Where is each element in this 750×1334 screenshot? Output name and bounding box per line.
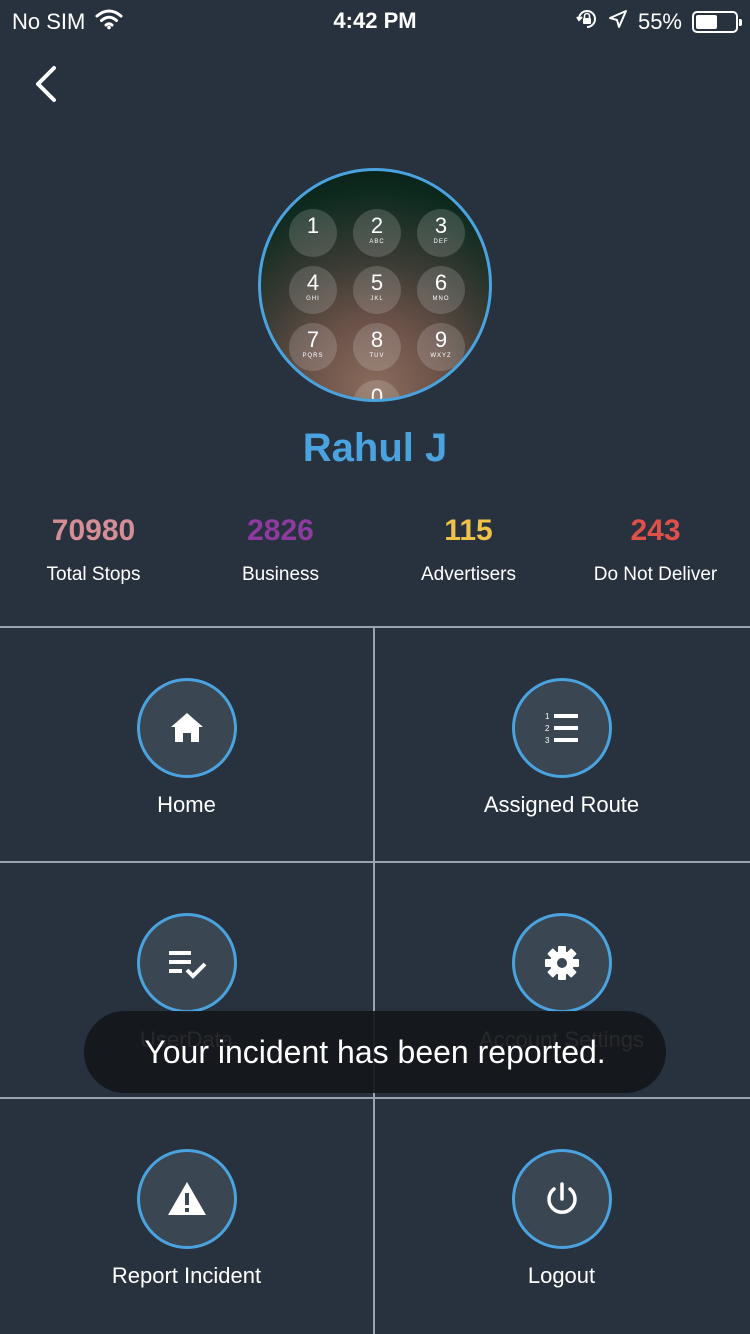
- avatar-keypad-number: 1: [306, 213, 320, 238]
- stat-total-stops: 70980 Total Stops: [0, 514, 187, 586]
- checklist-icon: [168, 951, 206, 979]
- stat-value: 70980: [51, 514, 136, 547]
- back-button[interactable]: [28, 62, 68, 106]
- avatar-keypad-key: 5 JKL: [353, 266, 401, 314]
- menu-item-label: Report Incident: [111, 1263, 262, 1288]
- stats-row: 70980 Total Stops 2826 Business 115 Adve…: [0, 514, 750, 604]
- stat-value: 2826: [247, 514, 314, 547]
- svg-text:3: 3: [545, 736, 550, 745]
- stat-advertisers: 115 Advertisers: [375, 514, 562, 586]
- avatar-keypad-letters: ABC: [369, 239, 385, 245]
- status-right: 55%: [576, 8, 742, 36]
- chevron-left-icon: [36, 66, 56, 102]
- stat-do-not-deliver: 243 Do Not Deliver: [562, 514, 749, 586]
- avatar-keypad-key: 7 PQRS: [289, 323, 337, 371]
- avatar-keypad-key: 3 DEF: [417, 209, 465, 257]
- menu-item-home[interactable]: Home: [0, 628, 373, 862]
- menu-item-label: Home: [157, 792, 216, 817]
- avatar-keypad-letters: PQRS: [302, 353, 324, 359]
- avatar-keypad-letters: GHI: [306, 296, 320, 302]
- avatar-keypad-key: 4 GHI: [289, 266, 337, 314]
- menu-item-assigned-route[interactable]: 1 2 3 Assigned Route: [375, 628, 748, 862]
- warning-icon: [167, 1182, 206, 1215]
- svg-text:2: 2: [545, 724, 550, 733]
- menu-item-label: Assigned Route: [483, 792, 640, 817]
- avatar-keypad-number: 6: [434, 270, 448, 295]
- status-bar: No SIM 4:42 PM 55%: [0, 0, 750, 40]
- home-icon: [170, 713, 203, 742]
- stat-label: Do Not Deliver: [593, 564, 718, 585]
- battery-level: [696, 15, 717, 29]
- menu-icon-circle: [136, 913, 237, 1013]
- stat-value: 115: [444, 514, 493, 547]
- battery-icon: [692, 11, 742, 33]
- location-arrow-icon: [608, 9, 628, 35]
- menu-icon-circle: [136, 678, 237, 778]
- stat-label: Advertisers: [420, 564, 517, 585]
- avatar-keypad-letters: TUV: [369, 353, 385, 359]
- svg-text:1: 1: [545, 712, 550, 721]
- avatar-keypad-number: 2: [370, 213, 384, 238]
- stat-value: 243: [630, 514, 681, 547]
- avatar-keypad-key: 0: [353, 380, 401, 402]
- avatar-keypad-key: 9 WXYZ: [417, 323, 465, 371]
- menu-icon-circle: 1 2 3: [511, 678, 612, 778]
- gear-icon: [544, 946, 579, 980]
- menu-icon-circle: [511, 913, 612, 1013]
- avatar-keypad-number: 9: [434, 327, 448, 352]
- avatar-keypad-number: 0: [370, 384, 384, 402]
- avatar-keypad-number: 3: [434, 213, 448, 238]
- menu-item-label: Logout: [527, 1263, 596, 1288]
- avatar-keypad-letters: WXYZ: [430, 353, 452, 359]
- avatar-keypad-number: 8: [370, 327, 384, 352]
- numbered-list-icon: 1 2 3: [545, 712, 578, 745]
- menu-item-report-incident[interactable]: Report Incident: [0, 1099, 373, 1333]
- avatar-keypad-key: 2 ABC: [353, 209, 401, 257]
- menu-icon-circle: [511, 1149, 612, 1249]
- power-icon: [546, 1182, 577, 1214]
- orientation-lock-icon: [576, 8, 598, 36]
- avatar-keypad-key: 8 TUV: [353, 323, 401, 371]
- avatar-keypad-number: 5: [370, 270, 384, 295]
- stat-label: Total Stops: [46, 564, 141, 585]
- avatar-keypad-letters: JKL: [370, 296, 384, 302]
- avatar-keypad-letters: MNO: [432, 296, 450, 302]
- avatar-keypad-number: 7: [306, 327, 320, 352]
- toast-message: Your incident has been reported.: [84, 1011, 666, 1093]
- user-name: Rahul J: [302, 426, 448, 470]
- stat-business: 2826 Business: [187, 514, 374, 586]
- menu-item-logout[interactable]: Logout: [375, 1099, 748, 1333]
- menu-icon-circle: [136, 1149, 237, 1249]
- avatar-keypad-letters: DEF: [433, 239, 449, 245]
- menu-grid: Home 1 2 3 Assigned Route UserData: [0, 626, 750, 1334]
- avatar-keypad-key: 6 MNO: [417, 266, 465, 314]
- avatar[interactable]: 1 2 ABC 3 DEF 4 GHI 5 JKL 6 MNO 7 PQRS 8 TUV 9 WXYZ 0: [258, 168, 492, 402]
- battery-percent: 55%: [637, 9, 682, 34]
- stat-label: Business: [241, 564, 320, 585]
- avatar-keypad-key: 1: [289, 209, 337, 257]
- avatar-keypad-number: 4: [306, 270, 320, 295]
